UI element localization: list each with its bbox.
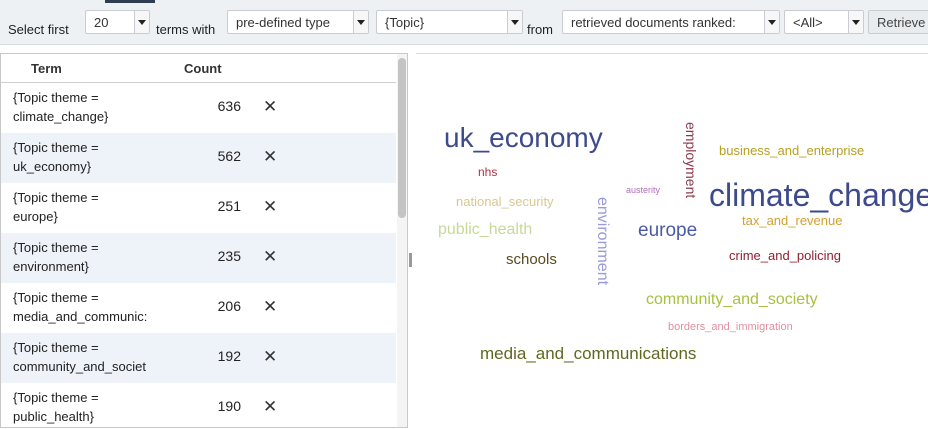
term-cell: {Topic theme = europe}: [13, 188, 173, 226]
term-line-2: europe}: [13, 209, 58, 224]
cloud-word[interactable]: employment: [683, 122, 699, 198]
table-row[interactable]: {Topic theme = media_and_communic: 206 ✕: [1, 283, 396, 333]
count-cell: 235: [217, 248, 241, 264]
table-row[interactable]: {Topic theme = uk_economy} 562 ✕: [1, 133, 396, 183]
source-dropdown[interactable]: retrieved documents ranked:: [562, 10, 780, 34]
table-header: Term Count: [1, 54, 396, 83]
chevron-down-icon: [848, 11, 863, 33]
term-column-header[interactable]: Term: [31, 61, 62, 76]
close-icon[interactable]: ✕: [263, 97, 277, 117]
vertical-scrollbar[interactable]: [397, 54, 407, 427]
term-cell: {Topic theme = media_and_communic:: [13, 288, 173, 326]
term-line-2: community_and_societ: [13, 359, 146, 374]
chevron-down-icon: [134, 11, 149, 33]
count-dropdown[interactable]: 20: [85, 10, 150, 34]
scrollbar-thumb[interactable]: [398, 58, 406, 218]
close-icon[interactable]: ✕: [263, 247, 277, 267]
count-cell: 206: [217, 298, 241, 314]
count-cell: 190: [217, 398, 241, 414]
count-column-header[interactable]: Count: [184, 61, 222, 76]
source-dropdown-value: retrieved documents ranked:: [571, 15, 736, 30]
chevron-down-icon: [353, 11, 368, 33]
count-cell: 192: [217, 348, 241, 364]
term-line-1: {Topic theme =: [13, 240, 99, 255]
retrieve-button[interactable]: Retrieve: [868, 10, 928, 34]
term-line-1: {Topic theme =: [13, 390, 99, 405]
word-cloud: uk_economy employment business_and_enterpr…: [416, 53, 928, 429]
cloud-word[interactable]: national_security: [456, 195, 554, 208]
type-dropdown[interactable]: pre-defined type: [227, 10, 369, 34]
cloud-word[interactable]: business_and_enterprise: [719, 144, 864, 157]
panel-splitter[interactable]: [408, 53, 416, 428]
close-icon[interactable]: ✕: [263, 147, 277, 167]
cloud-word[interactable]: media_and_communications: [480, 345, 696, 362]
query-toolbar: Select first 20 terms with pre-defined t…: [0, 0, 928, 45]
topic-dropdown[interactable]: {Topic}: [376, 10, 523, 34]
table-row[interactable]: {Topic theme = europe} 251 ✕: [1, 183, 396, 233]
term-line-2: media_and_communic:: [13, 309, 148, 324]
topic-dropdown-value: {Topic}: [385, 15, 425, 30]
retrieve-button-label: Retrieve: [877, 15, 926, 30]
type-dropdown-value: pre-defined type: [236, 15, 330, 30]
chevron-down-icon: [764, 11, 779, 33]
rank-dropdown-value: <All>: [793, 15, 823, 30]
cloud-word[interactable]: borders_and_immigration: [668, 322, 793, 333]
cloud-word[interactable]: environment: [594, 197, 611, 285]
chevron-down-icon: [507, 11, 522, 33]
cloud-word[interactable]: uk_economy: [444, 124, 603, 152]
term-table-panel: Term Count {Topic theme = climate_change}…: [0, 53, 408, 428]
splitter-grip-icon[interactable]: [409, 253, 412, 267]
cloud-word[interactable]: tax_and_revenue: [742, 214, 842, 227]
table-row[interactable]: {Topic theme = community_and_societ 192 ✕: [1, 333, 396, 383]
term-line-1: {Topic theme =: [13, 340, 99, 355]
cloud-word[interactable]: climate_change: [709, 179, 928, 211]
term-cell: {Topic theme = environment}: [13, 238, 173, 276]
term-line-2: environment}: [13, 259, 89, 274]
table-row[interactable]: {Topic theme = climate_change} 636 ✕: [1, 83, 396, 133]
term-cell: {Topic theme = climate_change}: [13, 88, 173, 126]
term-line-1: {Topic theme =: [13, 190, 99, 205]
select-first-label: Select first: [8, 22, 69, 37]
cloud-word[interactable]: austerity: [626, 186, 660, 195]
from-label: from: [527, 22, 553, 37]
terms-with-label: terms with: [156, 22, 216, 37]
table-row[interactable]: {Topic theme = public_health} 190 ✕: [1, 383, 396, 427]
term-cell: {Topic theme = uk_economy}: [13, 138, 173, 176]
cloud-word[interactable]: public_health: [438, 222, 532, 238]
term-cell: {Topic theme = public_health}: [13, 388, 173, 426]
count-dropdown-value: 20: [94, 15, 109, 30]
cloud-word[interactable]: schools: [506, 252, 557, 267]
term-line-1: {Topic theme =: [13, 90, 99, 105]
term-line-2: climate_change}: [13, 109, 109, 124]
rank-dropdown[interactable]: <All>: [784, 10, 864, 34]
close-icon[interactable]: ✕: [263, 197, 277, 217]
count-cell: 636: [217, 98, 241, 114]
count-cell: 251: [217, 198, 241, 214]
term-line-1: {Topic theme =: [13, 290, 99, 305]
cloud-word[interactable]: crime_and_policing: [729, 249, 841, 262]
table-row[interactable]: {Topic theme = environment} 235 ✕: [1, 233, 396, 283]
cloud-word[interactable]: nhs: [478, 166, 497, 178]
cloud-word[interactable]: europe: [638, 221, 697, 240]
term-line-1: {Topic theme =: [13, 140, 99, 155]
toolbar-accent: [105, 0, 155, 3]
close-icon[interactable]: ✕: [263, 297, 277, 317]
cloud-word[interactable]: community_and_society: [646, 292, 818, 308]
term-line-2: public_health}: [13, 409, 94, 424]
count-cell: 562: [217, 148, 241, 164]
close-icon[interactable]: ✕: [263, 347, 277, 367]
term-line-2: uk_economy}: [13, 159, 92, 174]
close-icon[interactable]: ✕: [263, 397, 277, 417]
term-cell: {Topic theme = community_and_societ: [13, 338, 173, 376]
